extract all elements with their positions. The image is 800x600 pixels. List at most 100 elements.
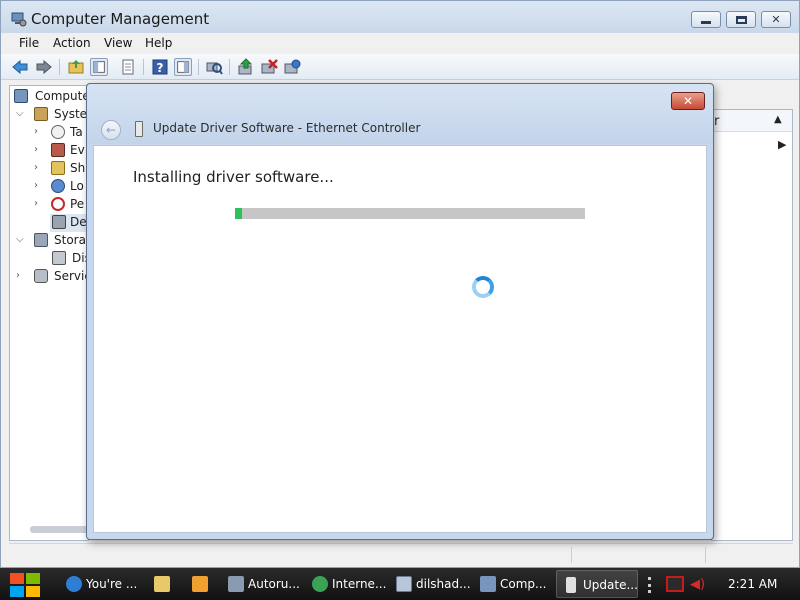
internet-explorer-icon — [66, 576, 82, 592]
taskbar-item-label: dilshad... — [416, 577, 471, 591]
toolbar-separator — [59, 59, 60, 75]
scan-hardware-icon[interactable] — [205, 58, 223, 76]
update-driver-icon — [566, 577, 576, 593]
taskbar-item-autoruns[interactable]: Autoru... — [222, 570, 302, 598]
storage-icon — [34, 233, 48, 247]
forward-icon[interactable] — [35, 58, 53, 76]
menu-action[interactable]: Action — [53, 36, 91, 50]
disable-device-icon[interactable] — [260, 58, 278, 76]
taskbar-item-media-player[interactable] — [186, 570, 214, 598]
menu-help[interactable]: Help — [145, 36, 172, 50]
tree-item-device-manager[interactable]: De — [50, 214, 88, 232]
window-icon — [396, 576, 412, 592]
tree-item-label: System — [54, 107, 88, 121]
tree-item-label: Ev — [70, 143, 85, 157]
taskbar-item-label: Autoru... — [248, 577, 300, 591]
expand-arrow-icon[interactable]: › — [34, 144, 38, 155]
dialog-close-button[interactable]: ✕ — [671, 92, 705, 110]
tree-item-label: Sh — [70, 161, 86, 175]
windows-logo-icon — [10, 573, 24, 584]
menu-bar: File Action View Help — [1, 33, 799, 53]
local-users-icon — [51, 179, 65, 193]
taskbar-item-internet[interactable]: Interne... — [306, 570, 386, 598]
dialog-title-bar[interactable]: ✕ ← Update Driver Software - Ethernet Co… — [87, 84, 713, 144]
taskbar-item-dilshad[interactable]: dilshad... — [390, 570, 471, 598]
close-button[interactable]: ✕ — [761, 11, 791, 28]
actions-pane: r ▲ ▶ — [711, 109, 793, 541]
up-folder-icon[interactable] — [67, 58, 85, 76]
network-icon — [312, 576, 328, 592]
tree-item-label: Service — [54, 269, 88, 283]
svg-text:?: ? — [157, 61, 164, 75]
taskbar-item-label: Interne... — [332, 577, 387, 591]
horizontal-scrollbar[interactable] — [30, 526, 88, 533]
performance-icon — [51, 197, 65, 211]
taskbar-item-ie[interactable]: You're ... — [60, 570, 140, 598]
expand-arrow-icon[interactable]: › — [34, 180, 38, 191]
tree-item-label: Pe — [70, 197, 85, 211]
device-icon — [135, 121, 143, 137]
maximize-button[interactable] — [726, 11, 756, 28]
media-player-icon — [192, 576, 208, 592]
clock[interactable]: 2:21 AM — [728, 577, 777, 591]
taskbar-item-computer-management[interactable]: Comp... — [474, 570, 554, 598]
collapse-up-icon[interactable]: ▲ — [774, 114, 782, 125]
update-driver-icon[interactable] — [237, 58, 255, 76]
progress-bar-fill — [235, 208, 242, 219]
help-icon[interactable]: ? — [151, 58, 169, 76]
toolbar-separator — [143, 59, 144, 75]
collapse-arrow-icon[interactable]: ⌵ — [16, 108, 24, 119]
toolbar: ? — [1, 54, 799, 80]
windows-logo-pane — [10, 586, 24, 597]
shared-folders-icon — [51, 161, 65, 175]
console-tree-pane[interactable]: Computer ⌵ System › Ta › Ev › Sh › Lo › — [9, 85, 89, 541]
taskbar-item-label: You're ... — [86, 577, 138, 591]
tray-overflow-icon[interactable] — [648, 577, 652, 593]
tree-item-label: De — [70, 215, 87, 229]
tree-item-label: Storag — [54, 233, 88, 247]
back-icon[interactable] — [11, 58, 29, 76]
menu-view[interactable]: View — [104, 36, 132, 50]
actions-header[interactable]: r ▲ — [712, 110, 792, 132]
toolbar-separator — [229, 59, 230, 75]
autoruns-icon — [228, 576, 244, 592]
menu-file[interactable]: File — [19, 36, 39, 50]
taskbar: You're ... Autoru... Interne... dilshad.… — [0, 568, 800, 600]
computer-management-icon — [11, 12, 27, 27]
network-status-icon[interactable] — [666, 576, 684, 592]
close-icon: ✕ — [682, 94, 694, 108]
uninstall-device-icon[interactable] — [283, 58, 301, 76]
show-hide-tree-icon[interactable] — [90, 58, 108, 76]
more-actions-arrow-icon[interactable]: ▶ — [778, 138, 786, 151]
windows-logo-pane — [26, 573, 40, 584]
window-title: Computer Management — [31, 10, 210, 28]
start-button[interactable] — [8, 572, 42, 597]
status-bar — [9, 543, 793, 565]
installing-status-text: Installing driver software... — [133, 168, 334, 186]
taskbar-item-update-driver[interactable]: Update... — [556, 570, 638, 598]
status-bar-divider — [571, 547, 572, 563]
disk-management-icon — [52, 251, 66, 265]
system-tools-icon — [34, 107, 48, 121]
computer-management-icon — [480, 576, 496, 592]
dialog-back-button[interactable]: ← — [101, 120, 121, 140]
expand-arrow-icon[interactable]: › — [34, 198, 38, 209]
volume-icon[interactable]: ◀) — [690, 577, 705, 592]
task-scheduler-icon — [51, 125, 65, 139]
actions-header-label: r — [714, 114, 720, 129]
status-bar-divider — [705, 547, 706, 563]
expand-arrow-icon[interactable]: › — [16, 270, 20, 281]
properties-icon[interactable] — [119, 58, 137, 76]
update-driver-dialog: ✕ ← Update Driver Software - Ethernet Co… — [86, 83, 714, 540]
show-hide-action-pane-icon[interactable] — [174, 58, 192, 76]
expand-arrow-icon[interactable]: › — [34, 162, 38, 173]
windows-logo-pane — [26, 586, 40, 597]
minimize-button[interactable] — [691, 11, 721, 28]
event-viewer-icon — [51, 143, 65, 157]
collapse-arrow-icon[interactable]: ⌵ — [16, 234, 24, 245]
title-bar[interactable]: Computer Management ✕ — [1, 1, 799, 33]
expand-arrow-icon[interactable]: › — [34, 126, 38, 137]
taskbar-item-explorer[interactable] — [148, 570, 176, 598]
maximize-icon — [727, 12, 755, 27]
close-icon: ✕ — [771, 13, 781, 26]
